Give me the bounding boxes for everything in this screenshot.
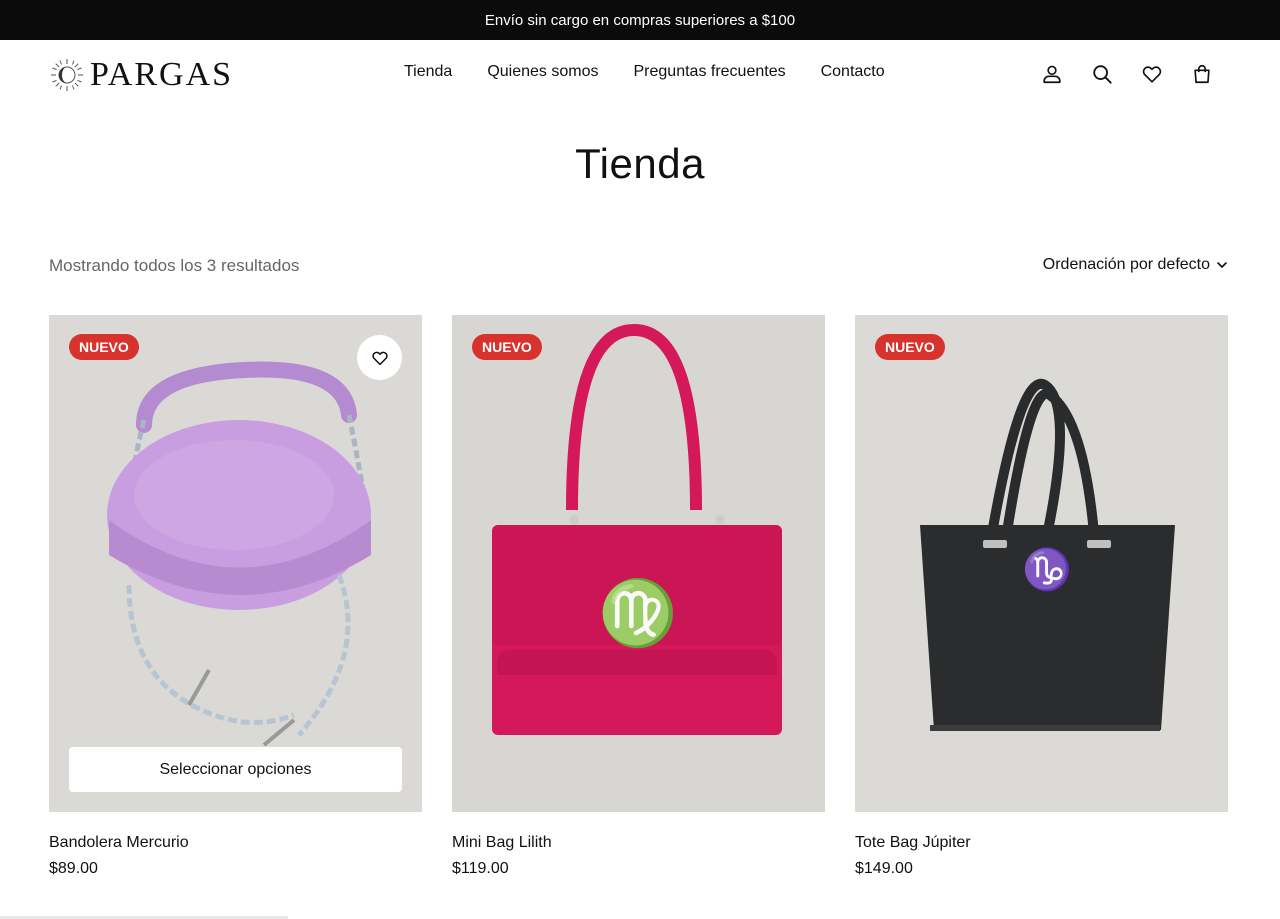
- nav-link-tienda[interactable]: Tienda: [404, 63, 452, 81]
- product-name[interactable]: Tote Bag Júpiter: [855, 834, 1228, 852]
- svg-text:♑: ♑: [1022, 546, 1072, 593]
- nav-link-preguntas-frecuentes[interactable]: Preguntas frecuentes: [634, 63, 786, 81]
- brand-name: PARGAS: [90, 56, 234, 93]
- product-image: ♍: [452, 315, 825, 812]
- nav-link-quienes-somos[interactable]: Quienes somos: [487, 63, 598, 81]
- product-name[interactable]: Bandolera Mercurio: [49, 834, 422, 852]
- product-price: $119.00: [452, 860, 509, 877]
- product-image-link[interactable]: NUEVO Seleccionar opciones: [49, 315, 422, 812]
- new-badge: NUEVO: [69, 334, 139, 360]
- product-name[interactable]: Mini Bag Lilith: [452, 834, 825, 852]
- search-button[interactable]: [1090, 62, 1114, 86]
- heart-icon: [1142, 66, 1162, 83]
- product-image: [49, 315, 422, 812]
- product-image-link[interactable]: ♍ NUEVO: [452, 315, 825, 812]
- main-nav: Tienda Quienes somos Preguntas frecuente…: [404, 63, 885, 81]
- wishlist-button[interactable]: [1140, 62, 1164, 86]
- product-card: ♍ NUEVO Mini Bag Lilith $119.00: [452, 315, 825, 878]
- cart-button[interactable]: [1190, 62, 1214, 86]
- svg-text:♍: ♍: [598, 577, 678, 651]
- shopping-bag-icon: [1194, 65, 1210, 84]
- sort-dropdown[interactable]: Ordenación por defecto: [1043, 256, 1228, 274]
- select-options-button[interactable]: Seleccionar opciones: [69, 747, 402, 792]
- nav-link-contacto[interactable]: Contacto: [821, 63, 885, 81]
- product-price: $89.00: [49, 860, 98, 877]
- sun-logo-icon: [51, 59, 83, 91]
- new-badge: NUEVO: [875, 334, 945, 360]
- announcement-text: Envío sin cargo en compras superiores a …: [484, 11, 796, 29]
- header-actions: [1040, 62, 1214, 86]
- product-card: ♑ NUEVO Tote Bag Júpiter $149.00: [855, 315, 1228, 878]
- account-button[interactable]: [1040, 62, 1064, 86]
- add-to-wishlist-button[interactable]: [357, 335, 402, 380]
- user-icon: [1043, 65, 1061, 84]
- product-image-link[interactable]: ♑ NUEVO: [855, 315, 1228, 812]
- product-image: ♑: [855, 315, 1228, 812]
- product-card: NUEVO Seleccionar opciones Bandolera Mer…: [49, 315, 422, 878]
- product-price: $149.00: [855, 860, 913, 877]
- chevron-down-icon: [1217, 262, 1227, 268]
- new-badge: NUEVO: [472, 334, 542, 360]
- search-icon: [1093, 65, 1112, 84]
- announcement-bar: Envío sin cargo en compras superiores a …: [0, 0, 1280, 40]
- heart-icon: [371, 351, 388, 365]
- results-count: Mostrando todos los 3 resultados: [49, 256, 300, 275]
- brand-logo[interactable]: PARGAS: [50, 57, 233, 93]
- page-title: Tienda: [575, 140, 705, 187]
- sort-label: Ordenación por defecto: [1042, 256, 1210, 273]
- site-header: PARGAS Tienda Quienes somos Preguntas fr…: [0, 40, 1280, 110]
